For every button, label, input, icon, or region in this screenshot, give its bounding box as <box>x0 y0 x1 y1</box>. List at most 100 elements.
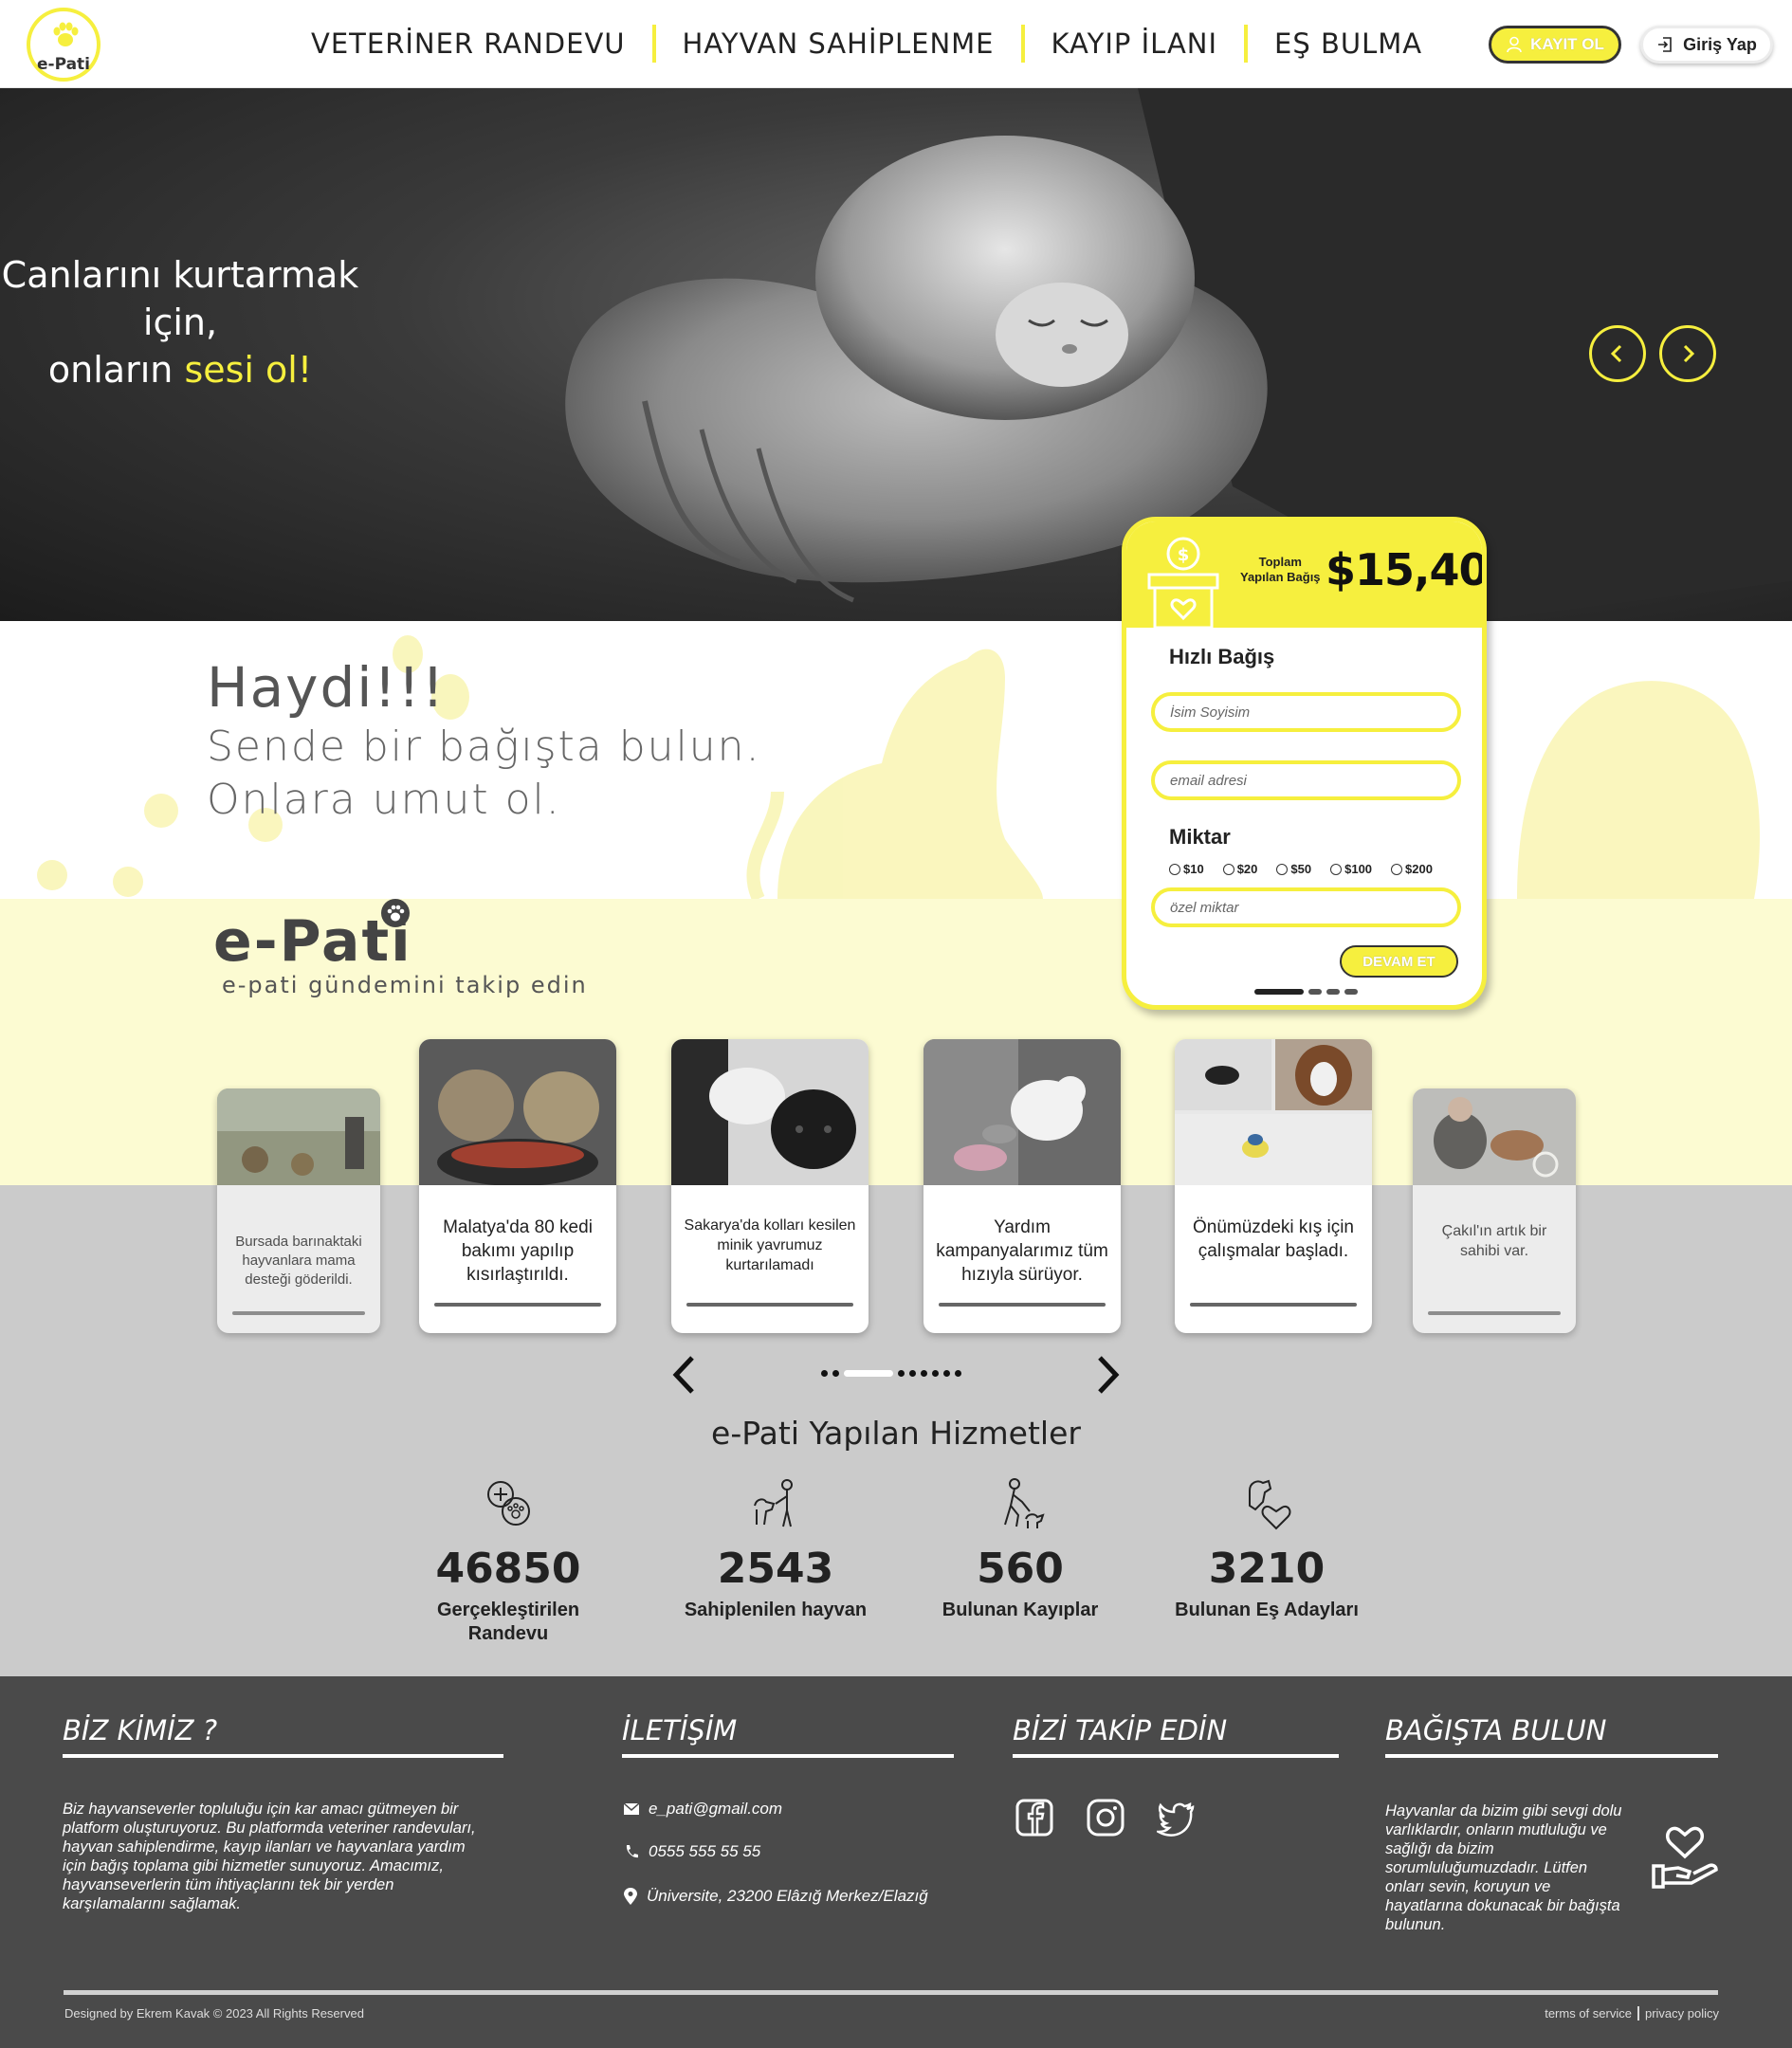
name-input[interactable]: İsim Soyisim <box>1151 692 1461 732</box>
radio-circle[interactable] <box>1330 863 1343 875</box>
donate-title: BAĞIŞTA BULUN <box>1385 1714 1607 1746</box>
terms-link[interactable]: terms of service <box>1545 2006 1632 2021</box>
chevron-right-icon <box>1683 344 1695 363</box>
hero-banner: Canlarını kurtarmak için, onların sesi o… <box>0 88 1792 621</box>
page-dot[interactable] <box>832 1370 839 1377</box>
twitter-icon[interactable] <box>1157 1798 1197 1838</box>
amount-label: $100 <box>1344 862 1373 876</box>
news-card-text: Malatya'da 80 kedi bakımı yapılıp kısırl… <box>443 1217 593 1285</box>
news-card-underline <box>1190 1303 1357 1307</box>
stat-label: Sahiplenilen hayvan <box>684 1600 868 1620</box>
contact-phone[interactable]: 0555 555 55 55 <box>624 1842 760 1861</box>
custom-amount-input[interactable]: özel miktar <box>1151 887 1461 927</box>
facebook-icon[interactable] <box>1015 1798 1054 1838</box>
amount-label: $50 <box>1290 862 1312 876</box>
amount-title: Miktar <box>1169 825 1231 849</box>
user-icon <box>1507 36 1522 53</box>
stat-label: Bulunan Eş Adayları <box>1175 1600 1359 1620</box>
nav-vet-appointment[interactable]: VETERİNER RANDEVU <box>284 27 652 60</box>
news-card[interactable]: Önümüzdeki kış için çalışmalar başladı. <box>1175 1039 1372 1333</box>
news-card[interactable]: Malatya'da 80 kedi bakımı yapılıp kısırl… <box>419 1039 616 1333</box>
page-dot[interactable] <box>921 1370 927 1377</box>
call-title: Haydi!!! <box>207 655 447 720</box>
svg-text:$: $ <box>1178 545 1190 565</box>
news-next-button[interactable] <box>1094 1354 1123 1406</box>
radio-circle[interactable] <box>1276 863 1289 875</box>
hero-line-3-prefix: onların <box>47 349 185 391</box>
stat-value: 560 <box>977 1545 1064 1593</box>
services-title: e-Pati Yapılan Hizmetler <box>711 1415 1081 1452</box>
total-label-line-2: Yapılan Bağış <box>1240 570 1321 584</box>
about-underline <box>63 1754 503 1758</box>
radio-circle[interactable] <box>1222 863 1234 875</box>
instagram-icon[interactable] <box>1086 1798 1125 1838</box>
step-dot-active <box>1254 989 1304 995</box>
amount-label: $20 <box>1236 862 1258 876</box>
nav-lost-notice[interactable]: KAYIP İLANI <box>1025 27 1245 60</box>
news-card[interactable]: Yardım kampanyalarımız tüm hızıyla sürüy… <box>923 1039 1121 1333</box>
amount-label: $10 <box>1183 862 1204 876</box>
privacy-link[interactable]: privacy policy <box>1645 2006 1719 2021</box>
contact-address[interactable]: Üniversite, 23200 Elâzığ Merkez/Elazığ <box>624 1887 928 1906</box>
donate-underline <box>1385 1754 1718 1758</box>
white-cat-image <box>923 1039 1121 1185</box>
injured-puppy-image <box>671 1039 869 1185</box>
login-icon <box>1658 37 1672 52</box>
quick-donation-title: Hızlı Bağış <box>1169 645 1275 668</box>
continue-button[interactable]: DEVAM ET <box>1340 945 1458 978</box>
nav-mate-finder[interactable]: EŞ BULMA <box>1248 27 1449 60</box>
news-card-underline <box>1428 1311 1561 1315</box>
hand-heart-icon[interactable] <box>1650 1819 1720 1889</box>
radio-circle[interactable] <box>1169 863 1180 875</box>
total-label-line-1: Toplam <box>1258 555 1302 569</box>
shelter-dogs-image <box>217 1088 380 1185</box>
news-pagination <box>821 1370 961 1377</box>
page-dot[interactable] <box>909 1370 916 1377</box>
news-card[interactable]: Sakarya'da kolları kesilen minik yavrumu… <box>671 1039 869 1333</box>
nav-adoption[interactable]: HAYVAN SAHİPLENME <box>656 27 1021 60</box>
amount-radio[interactable]: $10 <box>1169 862 1204 876</box>
news-prev-button[interactable] <box>669 1354 698 1406</box>
total-donation-label: Toplam Yapılan Bağış <box>1240 555 1321 585</box>
news-card[interactable]: Bursada barınaktaki hayvanlara mama dest… <box>217 1088 380 1333</box>
hero-next-button[interactable] <box>1659 325 1716 382</box>
phone-icon <box>626 1845 638 1858</box>
register-label: KAYIT OL <box>1530 35 1604 53</box>
news-card-underline <box>434 1303 601 1307</box>
copyright-text: Designed by Ekrem Kavak © 2023 All Right… <box>64 2006 364 2021</box>
call-line-2: Onlara umut ol. <box>207 776 561 824</box>
contact-email[interactable]: e_pati@gmail.com <box>624 1800 782 1819</box>
email-text: e_pati@gmail.com <box>649 1800 783 1818</box>
news-card[interactable]: Çakıl'ın artık bir sahibi var. <box>1413 1088 1576 1333</box>
page-dot[interactable] <box>932 1370 939 1377</box>
hero-prev-button[interactable] <box>1589 325 1646 382</box>
site-logo[interactable]: e-Pati <box>27 8 101 82</box>
news-card-text: Sakarya'da kolları kesilen minik yavrumu… <box>684 1217 856 1273</box>
amount-radio[interactable]: $200 <box>1391 862 1433 876</box>
news-card-underline <box>939 1303 1106 1307</box>
amount-radio[interactable]: $100 <box>1330 862 1372 876</box>
amount-radio[interactable]: $20 <box>1222 862 1258 876</box>
email-input[interactable]: email adresi <box>1151 760 1461 800</box>
page-dot[interactable] <box>943 1370 950 1377</box>
register-button[interactable]: KAYIT OL <box>1489 26 1621 64</box>
stat-value: 2543 <box>717 1545 834 1593</box>
page-dot[interactable] <box>821 1370 828 1377</box>
cats-eating-image <box>419 1039 616 1185</box>
radio-circle[interactable] <box>1391 863 1403 875</box>
page-dot[interactable] <box>898 1370 905 1377</box>
contact-underline <box>622 1754 954 1758</box>
amount-radio[interactable]: $50 <box>1276 862 1311 876</box>
amount-label: $200 <box>1405 862 1433 876</box>
winter-animals-collage-image <box>1175 1039 1372 1185</box>
page-dot[interactable] <box>955 1370 961 1377</box>
logo-text: e-Pati <box>36 55 90 74</box>
address-text: Üniversite, 23200 Elâzığ Merkez/Elazığ <box>647 1887 928 1905</box>
stat-mates: 3210 Bulunan Eş Adayları <box>1153 1477 1381 1622</box>
walking-dog-icon <box>1004 1478 1045 1528</box>
site-footer: BİZ KİMİZ ? Biz hayvanseverler topluluğu… <box>0 1676 1792 2048</box>
hero-line-1: Canlarını kurtarmak <box>1 254 359 296</box>
page-dot-active[interactable] <box>844 1370 893 1377</box>
dog-heart-icon <box>1249 1479 1291 1530</box>
login-button[interactable]: Giriş Yap <box>1640 26 1773 64</box>
